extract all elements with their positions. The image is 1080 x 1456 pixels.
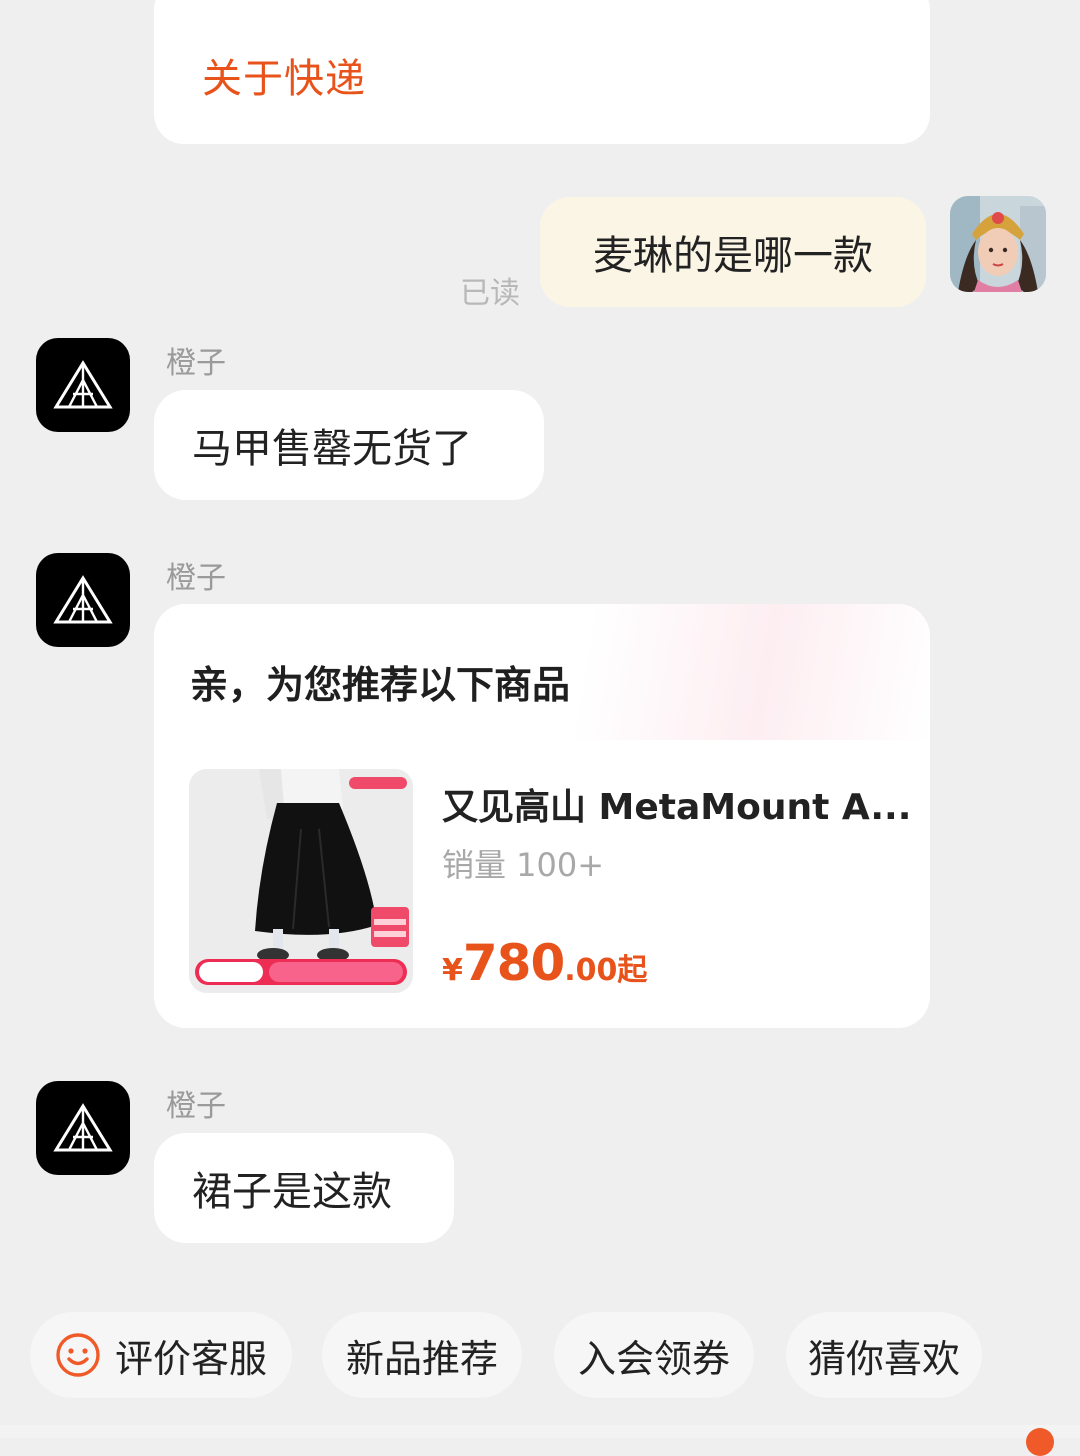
price-currency: ¥ [442, 953, 463, 988]
price-integer: 780 [462, 934, 565, 992]
rate-service-button[interactable]: 评价客服 [30, 1312, 292, 1398]
guess-you-like-button[interactable]: 猜你喜欢 [786, 1312, 982, 1398]
mountain-logo-icon [53, 1103, 113, 1152]
product-recommendation-card[interactable]: 亲，为您推荐以下商品 又见高山 MetaMount A... 销量 100+ ¥… [154, 604, 930, 1028]
sender-name: 橙子 [166, 1089, 226, 1124]
sender-name: 橙子 [166, 561, 226, 596]
chip-label: 猜你喜欢 [807, 1336, 960, 1381]
shop-avatar[interactable] [36, 338, 130, 432]
price-suffix: 起 [617, 953, 648, 988]
shop-avatar[interactable] [36, 1081, 130, 1175]
mountain-logo-icon [53, 360, 113, 409]
unread-dot [1026, 1428, 1054, 1456]
smile-icon [56, 1333, 100, 1377]
product-price: ¥780.00起 [442, 934, 647, 992]
chip-label: 入会领券 [577, 1336, 730, 1381]
chip-label: 评价客服 [114, 1336, 267, 1381]
outgoing-message: 麦琳的是哪一款 [540, 197, 926, 307]
input-bar-edge [0, 1425, 1080, 1438]
user-avatar[interactable] [950, 196, 1046, 292]
new-arrivals-button[interactable]: 新品推荐 [322, 1312, 522, 1398]
read-status: 已读 [460, 276, 520, 311]
incoming-message: 裙子是这款 [154, 1133, 454, 1243]
express-faq-link[interactable]: 关于快递 [202, 46, 366, 104]
mountain-logo-icon [53, 575, 113, 624]
shop-avatar[interactable] [36, 553, 130, 647]
product-image[interactable] [189, 769, 413, 993]
product-name[interactable]: 又见高山 MetaMount A... [442, 778, 911, 830]
faq-card: 关于快递 [154, 0, 930, 144]
recommendation-title: 亲，为您推荐以下商品 [190, 663, 571, 707]
incoming-message: 马甲售罄无货了 [154, 390, 544, 500]
member-coupon-button[interactable]: 入会领券 [554, 1312, 754, 1398]
sender-name: 橙子 [166, 346, 226, 381]
chip-label: 新品推荐 [345, 1336, 498, 1381]
price-decimal: .00 [564, 953, 618, 988]
product-sales: 销量 100+ [442, 846, 605, 884]
